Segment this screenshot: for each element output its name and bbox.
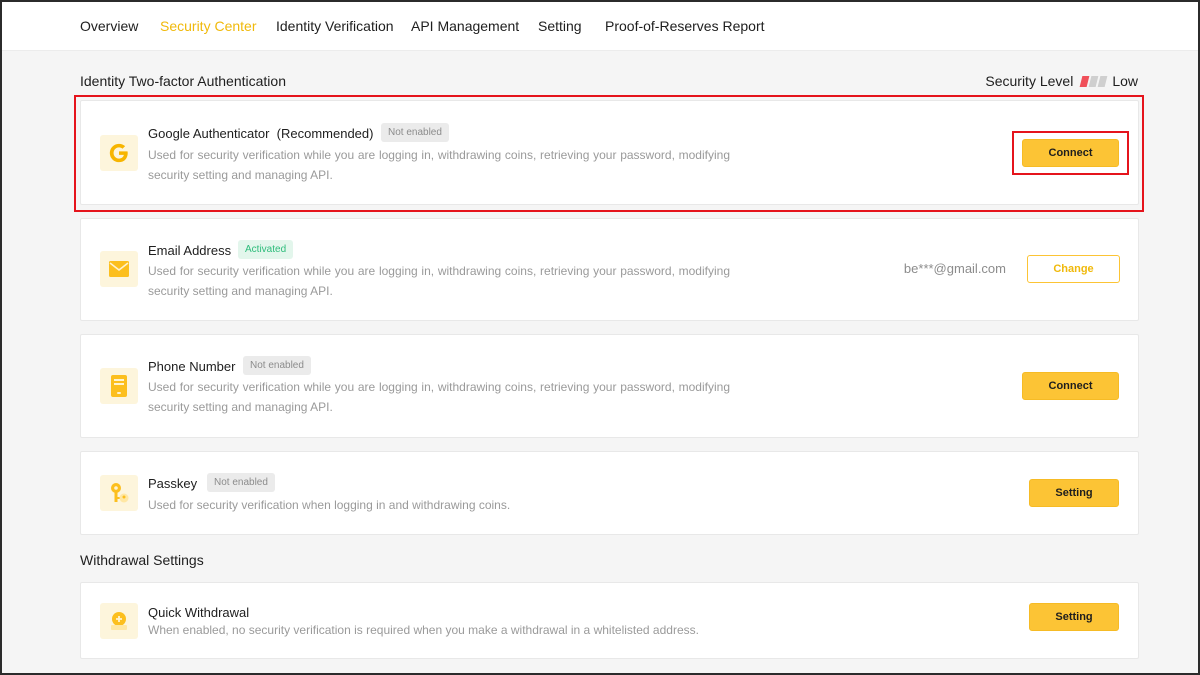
- passkey-title: Passkey: [148, 476, 198, 491]
- google-authenticator-connect-button[interactable]: Connect: [1022, 139, 1119, 167]
- email-card: Email Address Activated Used for securit…: [80, 218, 1139, 321]
- google-authenticator-title: Google Authenticator (Recommended): [148, 126, 373, 141]
- status-badge: Activated: [238, 240, 294, 259]
- phone-title: Phone Number: [148, 359, 236, 374]
- envelope-icon: [100, 251, 138, 287]
- phone-icon: [100, 368, 138, 404]
- section-title-withdrawal: Withdrawal Settings: [80, 552, 204, 568]
- email-title: Email Address: [148, 243, 232, 258]
- passkey-setting-button[interactable]: Setting: [1029, 479, 1119, 507]
- security-level-value: Low: [1112, 73, 1138, 89]
- tab-setting[interactable]: Setting: [538, 18, 582, 34]
- quick-withdrawal-description: When enabled, no security verification i…: [148, 623, 699, 637]
- tab-proof-of-reserves[interactable]: Proof-of-Reserves Report: [605, 18, 765, 34]
- passkey-card: Passkey Not enabled Used for security ve…: [80, 451, 1139, 535]
- security-level: Security Level Low: [985, 73, 1138, 89]
- tab-security-center[interactable]: Security Center: [160, 18, 256, 34]
- email-description: Used for security verification while you…: [148, 264, 730, 298]
- recommended-label: (Recommended): [276, 126, 374, 141]
- security-level-bars: [1079, 75, 1108, 87]
- quick-withdrawal-card: Quick Withdrawal When enabled, no securi…: [80, 582, 1139, 659]
- phone-card: Phone Number Not enabled Used for securi…: [80, 334, 1139, 438]
- status-badge: Not enabled: [243, 356, 311, 375]
- passkey-icon: [100, 475, 138, 511]
- google-authenticator-card: Google Authenticator (Recommended) Not e…: [80, 100, 1139, 205]
- quick-withdrawal-title: Quick Withdrawal: [148, 605, 250, 620]
- tab-overview[interactable]: Overview: [80, 18, 138, 34]
- tab-api-management[interactable]: API Management: [411, 18, 519, 34]
- google-authenticator-description: Used for security verification while you…: [148, 148, 730, 182]
- google-authenticator-icon: [100, 135, 138, 171]
- section-title-two-factor: Identity Two-factor Authentication: [80, 73, 286, 89]
- security-level-label: Security Level: [985, 73, 1074, 89]
- quick-withdrawal-setting-button[interactable]: Setting: [1029, 603, 1119, 631]
- top-nav: Overview Security Center Identity Verifi…: [0, 0, 1200, 51]
- email-value: be***@gmail.com: [903, 261, 1006, 276]
- status-badge: Not enabled: [381, 123, 449, 142]
- email-change-button[interactable]: Change: [1027, 255, 1120, 283]
- passkey-description: Used for security verification when logg…: [148, 498, 511, 512]
- google-authenticator-title-text: Google Authenticator: [148, 126, 270, 141]
- status-badge: Not enabled: [207, 473, 275, 492]
- phone-description: Used for security verification while you…: [148, 380, 730, 414]
- tab-identity-verification[interactable]: Identity Verification: [276, 18, 394, 34]
- security-level-bar: [1097, 75, 1108, 87]
- phone-connect-button[interactable]: Connect: [1022, 372, 1119, 400]
- quick-withdrawal-icon: [100, 603, 138, 639]
